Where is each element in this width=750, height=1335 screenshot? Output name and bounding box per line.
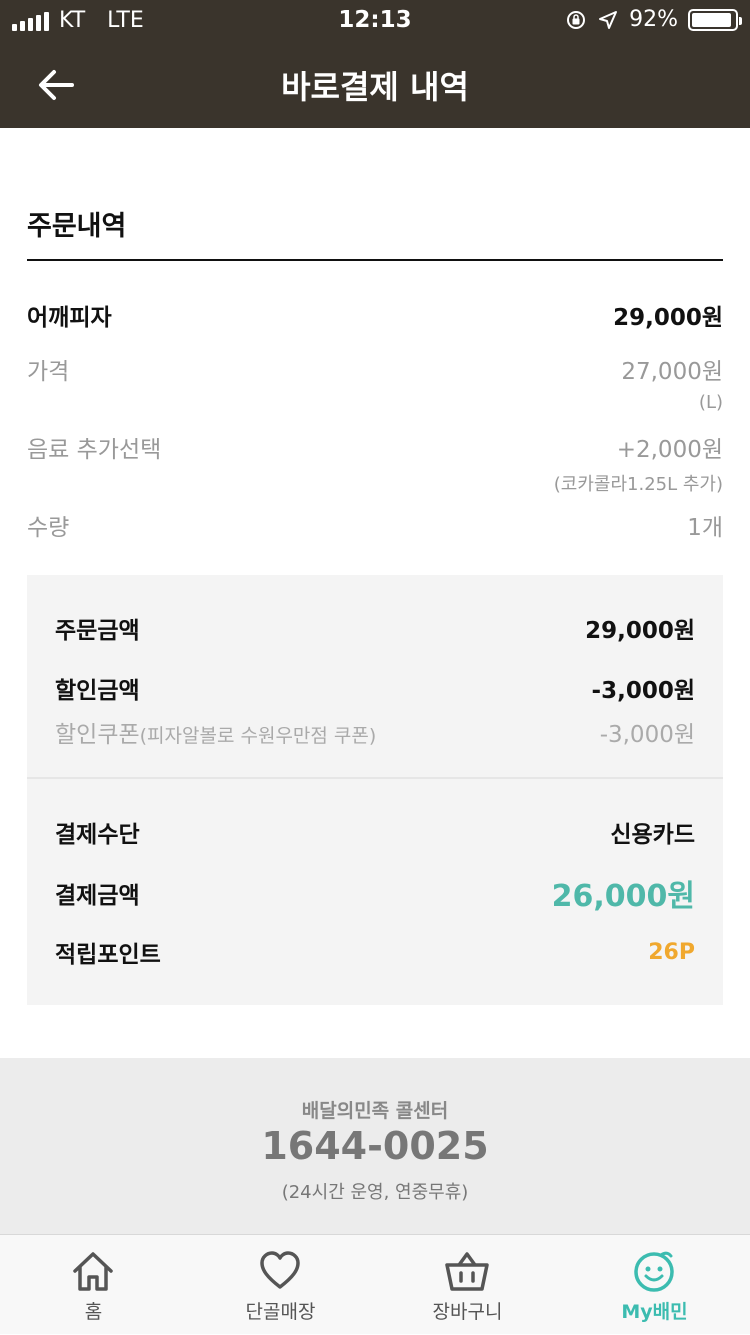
order-item-row: 어깨피자 29,000원	[27, 298, 723, 332]
quantity-value: 1개	[687, 515, 723, 541]
tab-bar: 홈 단골매장 장바구니 My배민	[0, 1234, 750, 1334]
coupon-label: 할인쿠폰	[55, 722, 140, 748]
home-icon	[73, 1252, 113, 1291]
tab-favorites-label: 단골매장	[245, 1301, 316, 1323]
basket-icon	[445, 1252, 489, 1291]
battery-icon	[688, 8, 742, 31]
tab-my-baemin[interactable]: My배민	[561, 1235, 748, 1335]
payment-method-row: 결제수단 신용카드	[55, 815, 695, 849]
heart-icon	[260, 1251, 300, 1289]
payment-summary: 주문금액 29,000원 할인금액 -3,000원 할인쿠폰(피자알볼로 수원우…	[27, 575, 723, 1005]
navigation-bar: 바로결제 내역	[0, 42, 750, 128]
drink-option: (코카콜라1.25L 추가)	[553, 474, 723, 495]
tab-favorites[interactable]: 단골매장	[187, 1235, 374, 1335]
points-label: 적립포인트	[55, 942, 161, 968]
order-amount-row: 주문금액 29,000원	[55, 611, 695, 645]
price-value: 27,000원	[621, 359, 723, 385]
callcenter-title: 배달의민족 콜센터	[301, 1100, 449, 1122]
item-total: 29,000원	[613, 305, 723, 331]
discount-value: -3,000원	[591, 678, 695, 704]
drink-value: +2,000원	[616, 437, 723, 463]
points-row: 적립포인트 26P	[55, 935, 695, 969]
tab-home-label: 홈	[84, 1301, 103, 1323]
coupon-value: -3,000원	[599, 722, 695, 748]
discount-row: 할인금액 -3,000원	[55, 671, 695, 705]
order-amount-label: 주문금액	[55, 618, 140, 644]
summary-divider	[27, 777, 723, 779]
callcenter-phone[interactable]: 1644-0025	[0, 1124, 750, 1168]
drink-row: 음료 추가선택 +2,000원 (코카콜라1.25L 추가)	[27, 430, 723, 496]
status-bar: KT LTE 12:13 92%	[0, 0, 750, 42]
drink-label: 음료 추가선택	[27, 437, 162, 463]
rotation-lock-icon	[567, 10, 586, 29]
item-name: 어깨피자	[27, 305, 112, 331]
price-label: 가격	[27, 359, 70, 385]
quantity-row: 수량 1개	[27, 508, 723, 542]
page-title: 바로결제 내역	[281, 68, 469, 106]
tab-my-baemin-label: My배민	[621, 1301, 688, 1323]
price-option: (L)	[698, 392, 723, 413]
order-section-title: 주문내역	[27, 211, 127, 242]
payment-method-label: 결제수단	[55, 822, 140, 848]
battery-percent: 92%	[629, 7, 678, 32]
location-icon	[599, 10, 618, 29]
quantity-label: 수량	[27, 515, 70, 541]
coupon-detail: (피자알볼로 수원우만점 쿠폰)	[139, 725, 377, 747]
payment-method-value: 신용카드	[610, 822, 695, 848]
smiley-icon	[634, 1251, 674, 1292]
section-divider	[27, 259, 723, 261]
discount-label: 할인금액	[55, 678, 140, 704]
paid-amount-row: 결제금액 26,000원	[55, 871, 695, 915]
callcenter-footer: 배달의민족 콜센터 1644-0025 (24시간 운영, 연중무휴)	[0, 1058, 750, 1234]
tab-cart[interactable]: 장바구니	[374, 1235, 561, 1335]
price-row: 가격 27,000원 (L)	[27, 352, 723, 413]
paid-amount-value: 26,000원	[551, 879, 695, 914]
paid-amount-label: 결제금액	[55, 883, 140, 909]
coupon-row: 할인쿠폰(피자알볼로 수원우만점 쿠폰) -3,000원	[55, 715, 695, 749]
callcenter-note: (24시간 운영, 연중무휴)	[281, 1182, 469, 1203]
tab-cart-label: 장바구니	[432, 1301, 503, 1323]
order-amount-value: 29,000원	[585, 618, 695, 644]
points-value: 26P	[648, 939, 695, 965]
tab-home[interactable]: 홈	[0, 1235, 187, 1335]
